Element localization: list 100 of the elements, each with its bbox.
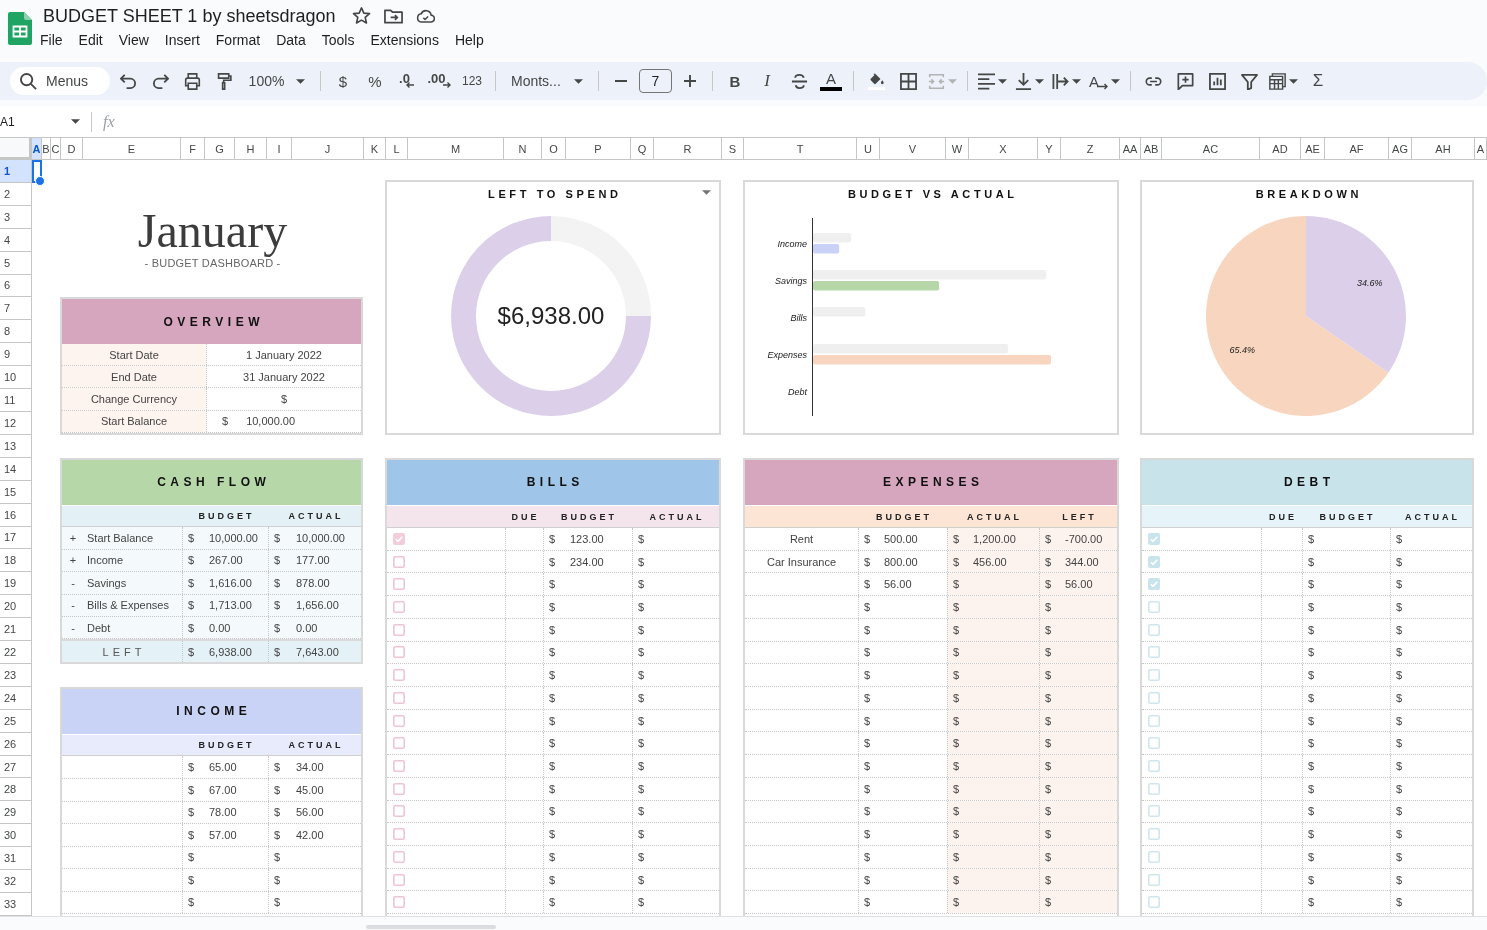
document-title[interactable]: BUDGET SHEET 1 by sheetsdragon (43, 5, 336, 27)
sheet-row-header[interactable]: 17 (0, 526, 32, 550)
sheet-column-header[interactable]: T (744, 138, 857, 160)
search-menus-button[interactable]: Menus (10, 67, 110, 95)
sheet-row-header[interactable]: 15 (0, 480, 32, 504)
checkbox[interactable] (1148, 623, 1160, 636)
sheet-column-header[interactable]: P (566, 138, 631, 160)
sheet-row-header[interactable]: 4 (0, 228, 32, 252)
sheet-row-header[interactable]: 23 (0, 663, 32, 687)
sheet-row-header[interactable]: 9 (0, 343, 32, 367)
sheet-column-header[interactable]: AB (1141, 138, 1162, 160)
italic-button[interactable]: I (753, 67, 781, 95)
zoom-dropdown[interactable]: 100% (242, 67, 312, 95)
decrease-decimal-button[interactable]: .0 (393, 67, 421, 95)
currency-format-button[interactable]: $ (329, 67, 357, 95)
checkbox[interactable] (1148, 578, 1160, 591)
checkbox[interactable] (1148, 646, 1160, 659)
checkbox[interactable] (1148, 896, 1160, 909)
sheet-column-header[interactable]: D (61, 138, 83, 160)
checkbox[interactable] (1148, 805, 1160, 818)
checkbox[interactable] (393, 737, 405, 750)
sheet-column-header[interactable]: K (364, 138, 386, 160)
font-dropdown[interactable]: Monts... (504, 67, 590, 95)
sheet-row-header[interactable]: 27 (0, 755, 32, 779)
checkbox[interactable] (393, 782, 405, 795)
sheet-column-header[interactable]: Z (1061, 138, 1120, 160)
checkbox[interactable] (393, 600, 405, 613)
text-color-button[interactable]: A (817, 67, 845, 95)
sheet-row-header[interactable]: 8 (0, 320, 32, 344)
menu-item[interactable]: Help (446, 30, 492, 50)
sheet-column-header[interactable]: AH (1412, 138, 1475, 160)
checkbox[interactable] (1148, 873, 1160, 886)
bold-button[interactable]: B (721, 67, 749, 95)
menu-item[interactable]: View (110, 30, 157, 50)
sheet-row-header[interactable]: 14 (0, 457, 32, 481)
checkbox[interactable] (1148, 532, 1160, 545)
sheet-row-header[interactable]: 26 (0, 732, 32, 756)
sheet-row-header[interactable]: 12 (0, 411, 32, 435)
spreadsheet-icon[interactable] (8, 12, 32, 45)
menu-item[interactable]: Data (268, 30, 314, 50)
sheet-row-header[interactable]: 10 (0, 366, 32, 390)
checkbox[interactable] (1148, 828, 1160, 841)
sheet-row-header[interactable]: 33 (0, 893, 32, 916)
checkbox[interactable] (1148, 782, 1160, 795)
checkbox[interactable] (393, 873, 405, 886)
checkbox[interactable] (1148, 850, 1160, 863)
sheet-column-header[interactable]: AD (1260, 138, 1301, 160)
checkbox[interactable] (393, 828, 405, 841)
sheet-row-header[interactable]: 28 (0, 778, 32, 802)
checkbox[interactable] (1148, 555, 1160, 568)
sheet-row-header[interactable]: 24 (0, 686, 32, 710)
menu-item[interactable]: Insert (156, 30, 208, 50)
sheet-row-header[interactable]: 31 (0, 847, 32, 871)
sheet-column-header[interactable]: J (292, 138, 364, 160)
checkbox[interactable] (1148, 737, 1160, 750)
percent-format-button[interactable]: % (361, 67, 389, 95)
sheet-row-header[interactable]: 6 (0, 274, 32, 298)
checkbox[interactable] (393, 578, 405, 591)
sheet-row-header[interactable]: 16 (0, 503, 32, 527)
checkbox[interactable] (1148, 691, 1160, 704)
sheet-row-header[interactable]: 21 (0, 618, 32, 642)
checkbox[interactable] (393, 850, 405, 863)
sheet-column-header[interactable]: L (386, 138, 408, 160)
checkbox[interactable] (393, 532, 405, 545)
checkbox[interactable] (393, 623, 405, 636)
sheet-row-header[interactable]: 2 (0, 182, 32, 206)
sheet-column-header[interactable]: N (504, 138, 542, 160)
sheet-column-header[interactable]: E (83, 138, 181, 160)
cloud-check-icon[interactable] (416, 7, 436, 25)
sheet-column-header[interactable]: V (880, 138, 946, 160)
sheet-row-header[interactable]: 20 (0, 595, 32, 619)
functions-button[interactable]: Σ (1304, 67, 1332, 95)
sheet-row-header[interactable]: 13 (0, 434, 32, 458)
checkbox[interactable] (393, 805, 405, 818)
sheet-row-header[interactable]: 30 (0, 824, 32, 848)
sheet-row-header[interactable]: 29 (0, 801, 32, 825)
name-box[interactable]: A1 (0, 108, 84, 135)
font-size-field[interactable]: 7 (639, 69, 672, 93)
sheet-column-header[interactable]: O (542, 138, 566, 160)
fill-handle[interactable] (35, 175, 45, 186)
sheet-row-header[interactable]: 3 (0, 205, 32, 229)
sheet-column-header[interactable]: M (408, 138, 504, 160)
star-icon[interactable] (352, 7, 372, 25)
sheet-column-header[interactable]: X (969, 138, 1038, 160)
checkbox[interactable] (393, 896, 405, 909)
sheet-column-header[interactable]: Y (1038, 138, 1061, 160)
checkbox[interactable] (393, 759, 405, 772)
increase-decimal-button[interactable]: .00 (425, 67, 453, 95)
sheet-row-header[interactable]: 19 (0, 572, 32, 596)
sheet-column-header[interactable]: AF (1325, 138, 1389, 160)
sheet-column-header[interactable]: F (181, 138, 205, 160)
menu-item[interactable]: Extensions (362, 30, 447, 50)
checkbox[interactable] (393, 646, 405, 659)
sheet-row-header[interactable]: 1 (0, 160, 32, 183)
sheet-column-header[interactable]: Q (631, 138, 654, 160)
sheet-column-header[interactable]: AA (1120, 138, 1141, 160)
sheet-column-header[interactable]: R (654, 138, 722, 160)
folder-icon[interactable] (384, 7, 404, 25)
checkbox[interactable] (1148, 600, 1160, 613)
sheet-row-header[interactable]: 32 (0, 870, 32, 893)
